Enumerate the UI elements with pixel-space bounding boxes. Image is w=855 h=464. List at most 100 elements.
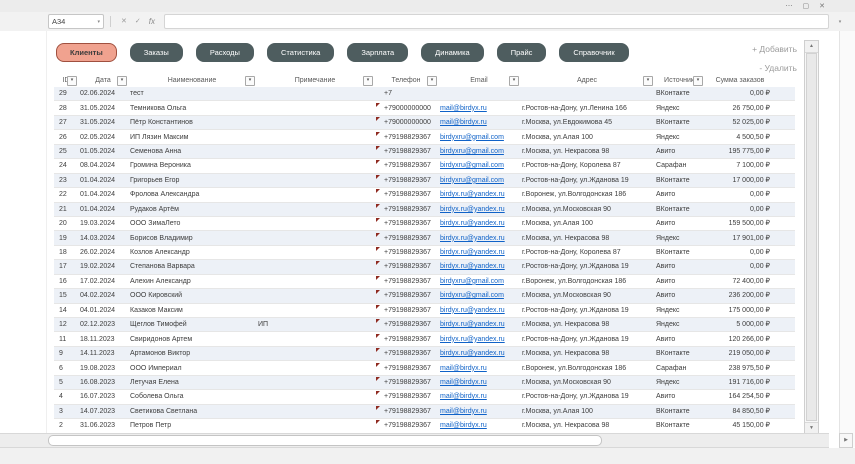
email-link[interactable]: mail@birdyx.ru (440, 379, 487, 386)
scroll-right-icon[interactable]: ▶ (839, 433, 853, 448)
cell-email[interactable]: birdyx.ru@yandex.ru (438, 203, 520, 216)
table-row[interactable]: 1826.02.2024Козлов Александр+79198829367… (54, 246, 795, 260)
email-link[interactable]: birdyx.ru@yandex.ru (440, 206, 505, 213)
table-row[interactable]: 1404.01.2024Казаков Максим+79198829367bi… (54, 304, 795, 318)
tab-price[interactable]: Прайс (497, 43, 547, 62)
tab-expenses[interactable]: Расходы (196, 43, 254, 62)
table-row[interactable]: 2101.04.2024Рудаков Артём+79198829367bir… (54, 203, 795, 217)
table-row[interactable]: 2408.04.2024Громина Вероника+79198829367… (54, 159, 795, 173)
tab-directory[interactable]: Справочник (559, 43, 628, 62)
email-link[interactable]: birdyxru@gmail.com (440, 134, 504, 141)
table-row[interactable]: 516.08.2023Летучая Елена+79198829367mail… (54, 376, 795, 390)
cell-email[interactable]: birdyx.ru@yandex.ru (438, 347, 520, 360)
tab-orders[interactable]: Заказы (130, 43, 183, 62)
cell-email[interactable]: birdyx.ru@yandex.ru (438, 246, 520, 259)
email-link[interactable]: birdyx.ru@yandex.ru (440, 336, 505, 343)
email-link[interactable]: birdyxru@gmail.com (440, 177, 504, 184)
filter-button-address[interactable]: ▾ (643, 76, 653, 86)
email-link[interactable]: birdyx.ru@yandex.ru (440, 263, 505, 270)
cell-email[interactable]: birdyx.ru@yandex.ru (438, 232, 520, 245)
table-row[interactable]: 1914.03.2024Борисов Владимир+79198829367… (54, 231, 795, 245)
delete-row-button[interactable]: - Удалить (759, 63, 797, 73)
table-row[interactable]: 2201.04.2024Фролова Александра+791988293… (54, 188, 795, 202)
email-link[interactable]: birdyx.ru@yandex.ru (440, 220, 505, 227)
cell-name-box[interactable]: A34 ▾ (48, 14, 104, 29)
table-row[interactable]: 1202.12.2023Щеглов ТимофейИП+79198829367… (54, 318, 795, 332)
email-link[interactable]: mail@birdyx.ru (440, 365, 487, 372)
cell-email[interactable]: birdyxru@gmail.com (438, 275, 520, 288)
cell-email[interactable]: birdyxru@gmail.com (438, 145, 520, 158)
email-link[interactable]: birdyx.ru@yandex.ru (440, 307, 505, 314)
close-icon[interactable]: ✕ (819, 3, 825, 10)
table-row[interactable]: 314.07.2023Светикова Светлана+7919882936… (54, 405, 795, 419)
email-link[interactable]: birdyxru@gmail.com (440, 148, 504, 155)
tab-statistics[interactable]: Статистика (267, 43, 334, 62)
confirm-entry-icon[interactable]: ✓ (135, 18, 141, 25)
email-link[interactable]: birdyx.ru@yandex.ru (440, 321, 505, 328)
table-row[interactable]: 2731.05.2024Пётр Константинов+7900000000… (54, 116, 795, 130)
table-row[interactable]: 619.08.2023ООО Империал+79198829367mail@… (54, 361, 795, 375)
insert-function-icon[interactable]: fx (149, 18, 155, 26)
vertical-scrollbar-thumb[interactable] (806, 53, 817, 421)
formula-input[interactable] (164, 14, 829, 29)
cell-email[interactable]: mail@birdyx.ru (438, 102, 520, 115)
cell-email[interactable]: birdyx.ru@yandex.ru (438, 333, 520, 346)
table-row[interactable]: 914.11.2023Артамонов Виктор+79198829367b… (54, 347, 795, 361)
table-row[interactable]: 1504.02.2024ООО Кировский+79198829367bir… (54, 289, 795, 303)
filter-button-id[interactable]: ▾ (67, 76, 77, 86)
cancel-entry-icon[interactable]: ✕ (121, 18, 127, 25)
cell-email[interactable]: mail@birdyx.ru (438, 419, 520, 432)
cell-email[interactable]: birdyx.ru@yandex.ru (438, 304, 520, 317)
tab-clients[interactable]: Клиенты (56, 43, 117, 62)
cell-email[interactable]: birdyx.ru@yandex.ru (438, 188, 520, 201)
email-link[interactable]: birdyxru@gmail.com (440, 162, 504, 169)
table-row[interactable]: 416.07.2023Соболева Ольга+79198829367mai… (54, 390, 795, 404)
table-row[interactable]: 1617.02.2024Алехин Александр+79198829367… (54, 275, 795, 289)
name-box-dropdown-icon[interactable]: ▾ (97, 19, 100, 25)
email-link[interactable]: birdyx.ru@yandex.ru (440, 249, 505, 256)
email-link[interactable]: birdyxru@gmail.com (440, 278, 504, 285)
cell-email[interactable]: birdyxru@gmail.com (438, 289, 520, 302)
tab-dynamics[interactable]: Динамика (421, 43, 484, 62)
filter-button-email[interactable]: ▾ (509, 76, 519, 86)
cell-email[interactable]: birdyxru@gmail.com (438, 131, 520, 144)
horizontal-scrollbar-thumb[interactable] (48, 435, 602, 446)
table-row[interactable]: 2301.04.2024Григорьев Егор+79198829367bi… (54, 174, 795, 188)
window-icon[interactable]: ▢ (803, 3, 810, 10)
cell-email[interactable]: birdyxru@gmail.com (438, 159, 520, 172)
add-row-button[interactable]: + Добавить (752, 44, 797, 54)
email-link[interactable]: mail@birdyx.ru (440, 408, 487, 415)
email-link[interactable]: mail@birdyx.ru (440, 119, 487, 126)
cell-email[interactable]: birdyx.ru@yandex.ru (438, 217, 520, 230)
email-link[interactable]: mail@birdyx.ru (440, 393, 487, 400)
table-row[interactable]: 231.06.2023Петров Петр+79198829367mail@b… (54, 419, 795, 433)
cell-email[interactable]: birdyxru@gmail.com (438, 174, 520, 187)
email-link[interactable]: birdyx.ru@yandex.ru (440, 350, 505, 357)
formula-bar-expand-icon[interactable]: ▾ (833, 19, 847, 25)
cell-email[interactable]: birdyx.ru@yandex.ru (438, 318, 520, 331)
cell-email[interactable]: mail@birdyx.ru (438, 116, 520, 129)
cell-email[interactable]: mail@birdyx.ru (438, 405, 520, 418)
email-link[interactable]: birdyx.ru@yandex.ru (440, 235, 505, 242)
email-link[interactable]: birdyx.ru@yandex.ru (440, 191, 505, 198)
table-row[interactable]: 2902.06.2024тест+7ВКонтакте0,00 ₽ (54, 87, 795, 101)
filter-button-name[interactable]: ▾ (245, 76, 255, 86)
cell-email[interactable]: mail@birdyx.ru (438, 390, 520, 403)
table-row[interactable]: 1118.11.2023Свиридонов Артем+79198829367… (54, 332, 795, 346)
filter-button-source[interactable]: ▾ (693, 76, 703, 86)
table-row[interactable]: 2831.05.2024Темникова Ольга+79000000000m… (54, 101, 795, 115)
filter-button-phone[interactable]: ▾ (427, 76, 437, 86)
email-link[interactable]: birdyxru@gmail.com (440, 292, 504, 299)
vertical-scrollbar[interactable]: ▲ ▼ (804, 40, 819, 435)
scroll-up-icon[interactable]: ▲ (805, 41, 818, 53)
email-link[interactable]: mail@birdyx.ru (440, 105, 487, 112)
email-link[interactable]: mail@birdyx.ru (440, 422, 487, 429)
table-row[interactable]: 2501.05.2024Семенова Анна+79198829367bir… (54, 145, 795, 159)
cell-email[interactable]: mail@birdyx.ru (438, 362, 520, 375)
filter-button-date[interactable]: ▾ (117, 76, 127, 86)
cell-email[interactable]: mail@birdyx.ru (438, 376, 520, 389)
horizontal-scrollbar[interactable] (0, 433, 829, 448)
table-row[interactable]: 1719.02.2024Степанова Варвара+7919882936… (54, 260, 795, 274)
filter-button-note[interactable]: ▾ (363, 76, 373, 86)
tab-salary[interactable]: Зарплата (347, 43, 408, 62)
